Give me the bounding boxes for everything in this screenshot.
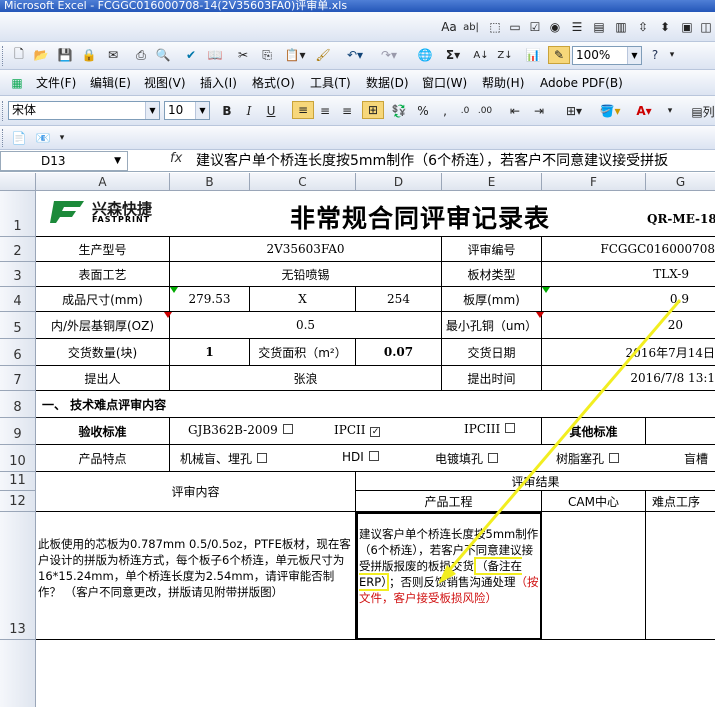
annotation-arrow [438, 299, 682, 584]
